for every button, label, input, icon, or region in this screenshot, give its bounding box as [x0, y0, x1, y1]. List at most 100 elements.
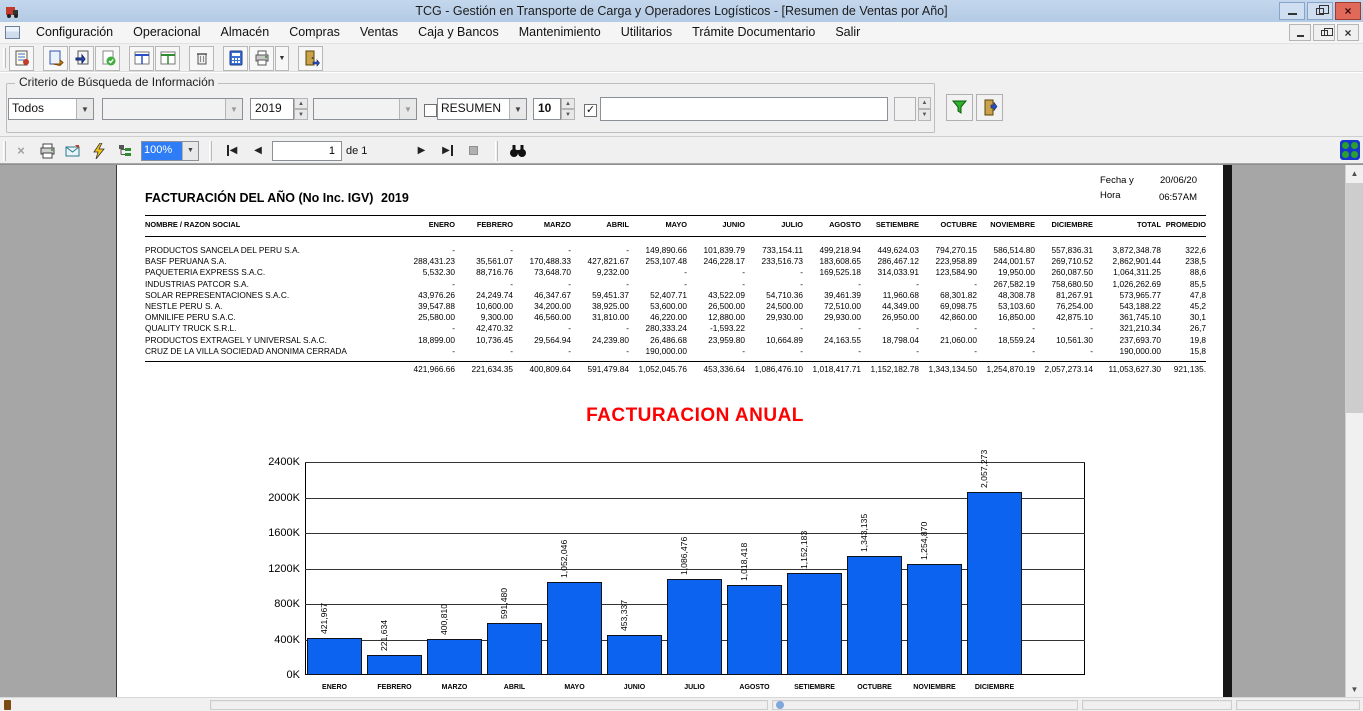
transfer-out-button[interactable]: [43, 46, 68, 71]
first-page-button[interactable]: ◀: [220, 140, 244, 162]
toggle-group-tree-button[interactable]: [113, 140, 137, 162]
filter-enabled-checkbox[interactable]: ✓: [584, 104, 597, 117]
table-cell: 29,564.94: [513, 335, 571, 346]
top-count-value[interactable]: 10: [533, 98, 561, 120]
option-checkbox[interactable]: [424, 104, 437, 117]
aux-spinner[interactable]: ▲▼: [918, 97, 931, 121]
funnel-icon: [950, 98, 969, 117]
scroll-up-icon[interactable]: ▲: [1346, 165, 1363, 182]
restore-icon[interactable]: [1307, 2, 1333, 20]
column-header: SETIEMBRE: [861, 218, 919, 232]
menu-item-mantenimiento[interactable]: Mantenimiento: [509, 22, 611, 43]
print-report-button[interactable]: [35, 140, 59, 162]
exit-panel-button[interactable]: [976, 94, 1003, 121]
spin-down-icon[interactable]: ▼: [294, 109, 308, 120]
chevron-down-icon[interactable]: ▼: [225, 99, 242, 119]
table-cell: 21,060.00: [919, 335, 977, 346]
menu-item-operacional[interactable]: Operacional: [123, 22, 210, 43]
scope-combobox[interactable]: Todos▼: [8, 98, 94, 120]
mode-combobox[interactable]: RESUMEN▼: [437, 98, 527, 120]
app-icon[interactable]: [4, 3, 20, 19]
table-cell: 280,333.24: [629, 323, 687, 334]
table-cell: 39,461.39: [803, 290, 861, 301]
table-cell: 43,976.26: [397, 290, 455, 301]
report-button[interactable]: [9, 46, 34, 71]
form-design-blue-button[interactable]: [129, 46, 154, 71]
child-restore-icon[interactable]: [1313, 24, 1335, 41]
table-cell: -: [687, 279, 745, 290]
status-panel: [210, 700, 768, 710]
chevron-down-icon[interactable]: ▼: [509, 99, 526, 119]
spin-down-icon[interactable]: ▼: [918, 109, 931, 121]
form-design-green-button[interactable]: [155, 46, 180, 71]
spin-down-icon[interactable]: ▼: [561, 109, 575, 120]
table-header-row: NOMBRE / RAZON SOCIALENEROFEBREROMARZOAB…: [145, 218, 1206, 232]
page-number-input[interactable]: [272, 141, 342, 161]
table-cell: -: [745, 346, 803, 357]
menu-item-tr-mite-documentario[interactable]: Trámite Documentario: [682, 22, 825, 43]
close-icon[interactable]: ×: [1335, 2, 1361, 20]
table-cell: 794,270.15: [919, 245, 977, 256]
calculator-button[interactable]: [223, 46, 248, 71]
menu-item-caja-y-bancos[interactable]: Caja y Bancos: [408, 22, 509, 43]
transfer-in-button[interactable]: [69, 46, 94, 71]
table-cell: 31,810.00: [571, 312, 629, 323]
mdi-child-icon[interactable]: [5, 26, 20, 39]
export-report-button[interactable]: [61, 140, 85, 162]
print-button[interactable]: [249, 46, 274, 71]
table-top-rule: [145, 215, 1206, 216]
year-value[interactable]: 2019: [250, 98, 294, 120]
last-page-button[interactable]: ▶: [435, 140, 459, 162]
table-cell: 123,584.90: [919, 267, 977, 278]
table-cell: 73,648.70: [513, 267, 571, 278]
chevron-down-icon[interactable]: ▼: [182, 142, 198, 160]
chart-bar-mayo: [547, 582, 602, 675]
table-cell: -: [803, 323, 861, 334]
scope-value: Todos: [9, 99, 76, 119]
search-text-button[interactable]: [506, 140, 530, 162]
table-cell: -: [571, 346, 629, 357]
chart-bar-marzo: [427, 639, 482, 675]
spin-up-icon[interactable]: ▲: [561, 98, 575, 109]
menu-item-compras[interactable]: Compras: [279, 22, 350, 43]
menu-item-almac-n[interactable]: Almacén: [211, 22, 280, 43]
month-combobox[interactable]: ▼: [313, 98, 417, 120]
document-check-button[interactable]: [95, 46, 120, 71]
next-page-button[interactable]: ▶: [409, 140, 433, 162]
scroll-down-icon[interactable]: ▼: [1346, 681, 1363, 697]
previous-page-button[interactable]: ◀: [246, 140, 270, 162]
bar-value-label: 400,810: [439, 604, 450, 635]
search-input[interactable]: [600, 97, 888, 121]
spin-up-icon[interactable]: ▲: [294, 98, 308, 109]
filter-button[interactable]: [946, 94, 973, 121]
print-options-dropdown-icon[interactable]: ▼: [275, 46, 289, 71]
refresh-report-button[interactable]: [87, 140, 111, 162]
chevron-down-icon[interactable]: ▼: [76, 99, 93, 119]
year-spinner[interactable]: 2019 ▲▼: [250, 98, 308, 120]
minimize-icon[interactable]: [1279, 2, 1305, 20]
child-close-icon[interactable]: ×: [1337, 24, 1359, 41]
spin-up-icon[interactable]: ▲: [918, 97, 931, 109]
exit-button[interactable]: [298, 46, 323, 71]
menu-item-configuraci-n[interactable]: Configuración: [26, 22, 123, 43]
delete-button[interactable]: [189, 46, 214, 71]
menu-item-ventas[interactable]: Ventas: [350, 22, 408, 43]
table-cell: -: [455, 245, 513, 256]
scrollbar-thumb[interactable]: [1346, 183, 1363, 413]
stop-loading-button[interactable]: [461, 140, 485, 162]
date-value: 20/06/20: [1155, 175, 1197, 186]
entity-combobox[interactable]: ▼: [102, 98, 243, 120]
menu-item-utilitarios[interactable]: Utilitarios: [611, 22, 682, 43]
chevron-down-icon[interactable]: ▼: [399, 99, 416, 119]
chart-bar-setiembre: [787, 573, 842, 675]
table-cell: PAQUETERIA EXPRESS S.A.C.: [145, 267, 397, 278]
zoom-combobox[interactable]: 100% ▼: [141, 141, 199, 161]
aux-button[interactable]: [894, 97, 916, 121]
close-report-button[interactable]: ×: [9, 140, 33, 162]
top-count-spinner[interactable]: 10 ▲▼: [533, 98, 575, 120]
table-cell: INDUSTRIAS PATCOR S.A.: [145, 279, 397, 290]
child-minimize-icon[interactable]: [1289, 24, 1311, 41]
vertical-scrollbar[interactable]: ▲ ▼: [1345, 165, 1363, 697]
table-cell: 46,220.00: [629, 312, 687, 323]
menu-item-salir[interactable]: Salir: [825, 22, 870, 43]
